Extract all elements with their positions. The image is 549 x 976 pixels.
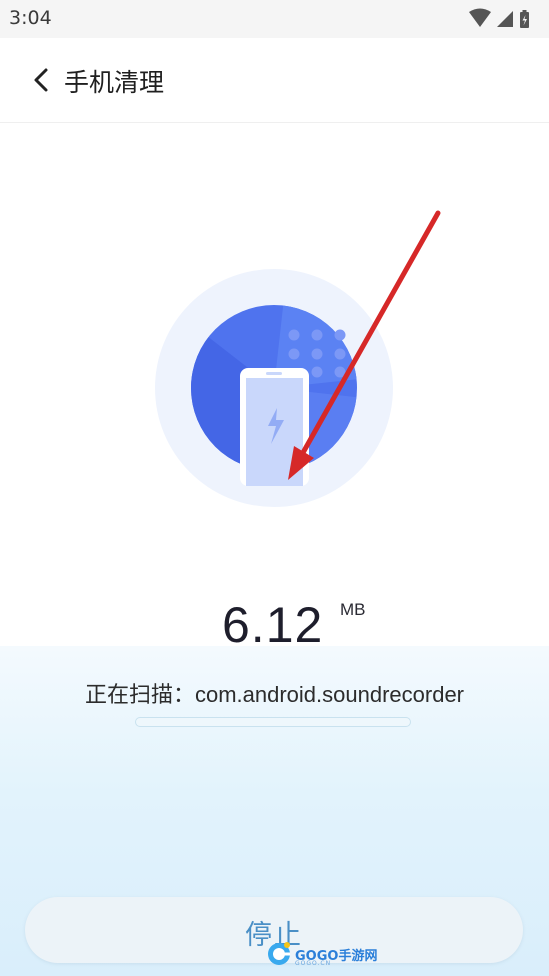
signal-icon [497,11,513,27]
status-time: 3:04 [9,7,52,29]
scan-progress-bar [135,717,411,727]
gogo-logo-icon [268,942,290,965]
scanning-status-text: 正在扫描：com.android.soundrecorder [84,682,465,707]
status-bar: 3:04 [0,0,549,38]
battery-icon [520,10,529,28]
page-title: 手机清理 [64,68,165,97]
scan-illustration [154,268,394,508]
back-button[interactable] [26,62,60,98]
watermark-logo: GOGO手游网 GOGO.CN [265,939,377,969]
phone-icon [240,368,309,486]
watermark-domain: GOGO.CN [295,960,332,967]
scanned-size-unit: MB [340,600,366,619]
app-header: 手机清理 [0,38,549,123]
chevron-left-icon [34,68,48,92]
status-icons [467,8,535,34]
wifi-icon [469,8,491,27]
